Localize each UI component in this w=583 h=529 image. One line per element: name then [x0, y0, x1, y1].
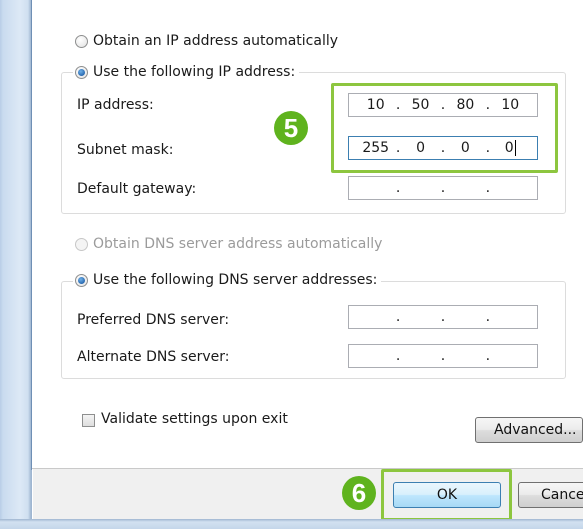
use-following-dns-option[interactable]: Use the following DNS server addresses: — [73, 272, 382, 288]
subnet-mask-label: Subnet mask: — [77, 142, 174, 158]
use-following-dns-label: Use the following DNS server addresses: — [93, 272, 378, 288]
alternate-dns-label: Alternate DNS server: — [77, 349, 230, 365]
window-frame-bottom — [0, 519, 583, 529]
obtain-ip-auto-label: Obtain an IP address automatically — [93, 33, 339, 49]
step-5-badge: 5 — [274, 111, 308, 145]
obtain-dns-auto-option[interactable]: Obtain DNS server address automatically — [75, 236, 387, 252]
use-following-ip-label: Use the following IP address: — [93, 64, 296, 80]
alternate-dns-field[interactable]: . . . — [348, 344, 538, 368]
obtain-dns-auto-radio[interactable] — [75, 237, 88, 251]
obtain-dns-auto-label: Obtain DNS server address automatically — [93, 236, 383, 252]
ok-button-highlight — [381, 469, 512, 521]
window-frame-left — [0, 0, 32, 529]
use-following-dns-radio[interactable] — [75, 273, 88, 287]
default-gateway-label: Default gateway: — [77, 181, 197, 197]
ip-address-label: IP address: — [77, 97, 154, 113]
validate-settings-label: Validate settings upon exit — [101, 411, 288, 427]
obtain-ip-auto-radio[interactable] — [75, 34, 88, 48]
validate-settings-checkbox[interactable] — [82, 414, 95, 427]
obtain-ip-auto-option[interactable]: Obtain an IP address automatically — [75, 33, 343, 49]
step-6-badge: 6 — [342, 476, 376, 510]
preferred-dns-field[interactable]: . . . — [348, 305, 538, 329]
use-following-ip-option[interactable]: Use the following IP address: — [73, 64, 300, 80]
ip-fields-highlight — [331, 83, 558, 173]
use-following-ip-radio[interactable] — [75, 65, 88, 79]
cancel-button[interactable]: Cancel — [518, 482, 583, 508]
preferred-dns-label: Preferred DNS server: — [77, 312, 230, 328]
advanced-button[interactable]: Advanced... — [475, 417, 583, 443]
default-gateway-field[interactable]: . . . — [348, 176, 538, 200]
